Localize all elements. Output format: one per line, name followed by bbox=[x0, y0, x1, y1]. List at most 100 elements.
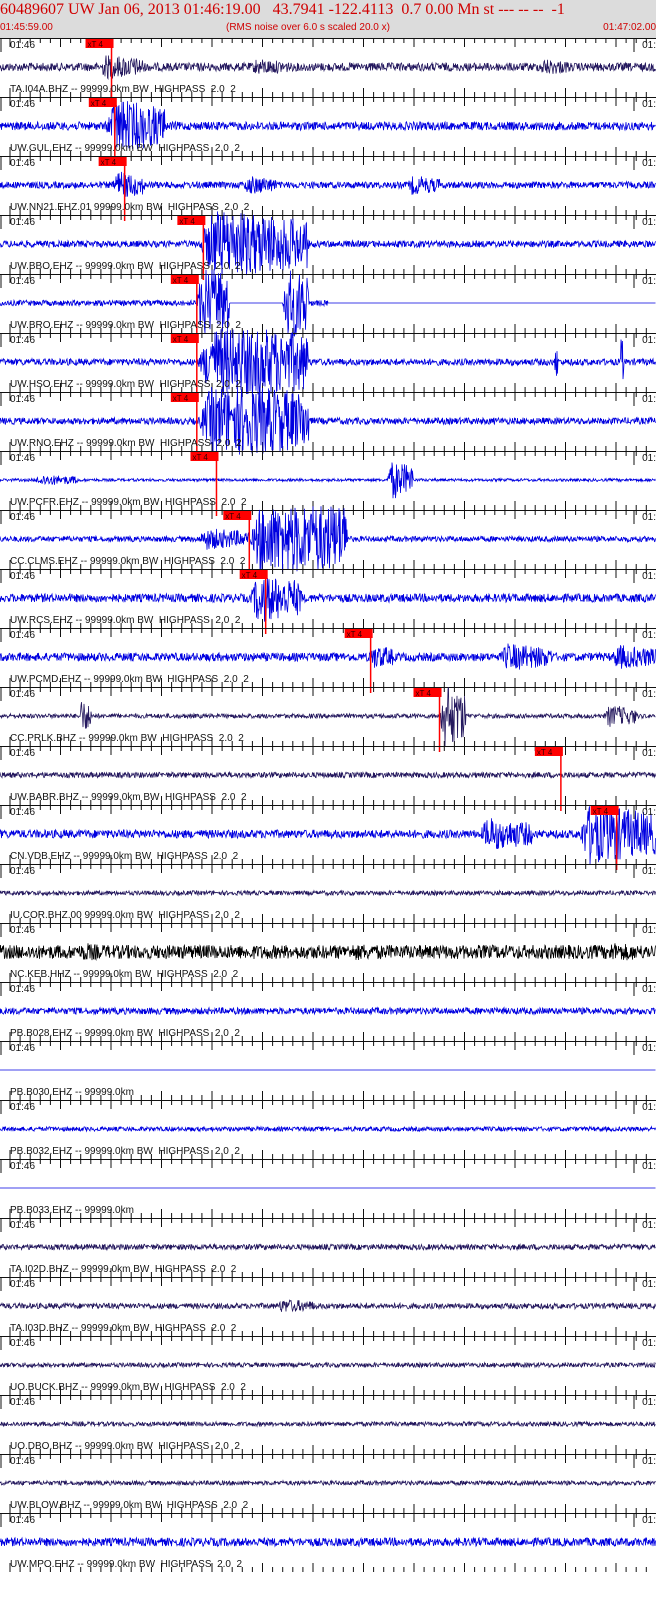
trace-start-minute: 01:46 bbox=[10, 1043, 36, 1054]
trace-end-minute: 01: bbox=[642, 1043, 656, 1054]
channel-label: NC.KEB.HHZ -- 99999.0km BW HIGHPASS 2.0 … bbox=[10, 969, 239, 980]
trace-end-minute: 01: bbox=[642, 866, 656, 877]
trace-end-minute: 01: bbox=[642, 453, 656, 464]
waveform bbox=[0, 1420, 656, 1428]
trace-start-minute: 01:46 bbox=[10, 807, 36, 818]
trace-end-minute: 01: bbox=[642, 276, 656, 287]
trace-end-minute: 01: bbox=[642, 40, 656, 51]
channel-label: UO.BUCK.BHZ -- 99999.0km BW HIGHPASS 2.0… bbox=[10, 1382, 246, 1393]
trace-end-minute: 01: bbox=[642, 984, 656, 995]
trace-end-minute: 01: bbox=[642, 1220, 656, 1231]
trace-row: xT 4 01:46 01: UW.GUL.EHZ -- 99999.0km BW H… bbox=[0, 97, 656, 162]
channel-label: TA.I04A.BHZ -- 99999.0km BW HIGHPASS 2.0… bbox=[10, 84, 236, 95]
trace-start-minute: 01:46 bbox=[10, 689, 36, 700]
trace-start-minute: 01:46 bbox=[10, 984, 36, 995]
trace-end-minute: 01: bbox=[642, 1515, 656, 1526]
channel-label: UW.PCFR.EHZ -- 99999.0km BW HIGHPASS 2.0… bbox=[10, 497, 247, 508]
waveform bbox=[0, 643, 656, 670]
trace-end-minute: 01: bbox=[642, 748, 656, 759]
trace-start-minute: 01:46 bbox=[10, 394, 36, 405]
channel-label: PB.B033.EHZ -- 99999.0km bbox=[10, 1205, 134, 1216]
trace-row: xT 4 01:46 01: CC.CLMS.EHZ -- 99999.0km BW … bbox=[0, 506, 656, 575]
waveform bbox=[0, 462, 656, 499]
trace-row: 01:46 01: UW.BLOW.BHZ -- 99999.0km BW HIGH… bbox=[0, 1454, 656, 1514]
phase-pick-label: xT 4 bbox=[192, 453, 208, 462]
window-end-time: 01:47:02.00 bbox=[603, 22, 656, 33]
trace-row: xT 4 01:46 01: UW.HSO.EHZ -- 99999.0km BW H… bbox=[0, 329, 656, 398]
trace-end-minute: 01: bbox=[642, 1456, 656, 1467]
channel-label: CC.PRLK.BHZ -- 99999.0km BW HIGHPASS 2.0… bbox=[10, 733, 244, 744]
waveform bbox=[0, 1536, 656, 1548]
trace-row: xT 4 01:46 01: UW.RNO.EHZ -- 99999.0km BW H… bbox=[0, 386, 656, 457]
trace-start-minute: 01:46 bbox=[10, 1397, 36, 1408]
channel-label: UW.HSO.EHZ -- 99999.0km BW HIGHPASS 2.0 … bbox=[10, 379, 241, 390]
phase-pick-label: xT 4 bbox=[88, 40, 104, 49]
trace-row: 01:46 01: IU.COR.BHZ.00 99999.0km BW HIGHP… bbox=[0, 864, 656, 924]
trace-row: xT 4 01:46 01: UW.PCFR.EHZ -- 99999.0km BW … bbox=[0, 451, 656, 516]
phase-pick-label: xT 4 bbox=[101, 158, 117, 167]
trace-start-minute: 01:46 bbox=[10, 217, 36, 228]
trace-end-minute: 01: bbox=[642, 571, 656, 582]
waveform bbox=[0, 55, 656, 81]
channel-label: UW.GUL.EHZ -- 99999.0km BW HIGHPASS 2.0 … bbox=[10, 143, 240, 154]
trace-row: xT 4 01:46 01: UW.BRO.EHZ -- 99999.0km BW H… bbox=[0, 269, 656, 339]
trace-start-minute: 01:46 bbox=[10, 1102, 36, 1113]
trace-start-minute: 01:46 bbox=[10, 335, 36, 346]
trace-end-minute: 01: bbox=[642, 1102, 656, 1113]
channel-label: UO.DBO.BHZ -- 99999.0km BW HIGHPASS 2.0 … bbox=[10, 1441, 240, 1452]
trace-end-minute: 01: bbox=[642, 512, 656, 523]
channel-label: PB.B028.EHZ -- 99999.0km BW HIGHPASS 2.0… bbox=[10, 1028, 240, 1039]
channel-label: CC.CLMS.EHZ -- 99999.0km BW HIGHPASS 2.0… bbox=[10, 556, 246, 567]
channel-label: UW.NN21.EHZ.01 99999.0km BW HIGHPASS 2.0… bbox=[10, 202, 250, 213]
trace-start-minute: 01:46 bbox=[10, 1161, 36, 1172]
trace-row: xT 4 01:46 01: UW.NN21.EHZ.01 99999.0km BW … bbox=[0, 156, 656, 221]
trace-end-minute: 01: bbox=[642, 807, 656, 818]
channel-label: UW.BLOW.BHZ -- 99999.0km BW HIGHPASS 2.0… bbox=[10, 1500, 249, 1511]
phase-pick-label: xT 4 bbox=[593, 807, 609, 816]
trace-start-minute: 01:46 bbox=[10, 1338, 36, 1349]
phase-pick-label: xT 4 bbox=[537, 748, 553, 757]
trace-row: 01:46 01: TA.I03D.BHZ -- 99999.0km BW HIGH… bbox=[0, 1277, 656, 1337]
waveform bbox=[0, 1125, 656, 1133]
trace-end-minute: 01: bbox=[642, 394, 656, 405]
event-header: 60489607 UW Jan 06, 2013 01:46:19.00 43.… bbox=[0, 0, 656, 38]
channel-label: UW.BRO.EHZ -- 99999.0km BW HIGHPASS 2.0 … bbox=[10, 320, 241, 331]
trace-end-minute: 01: bbox=[642, 99, 656, 110]
trace-start-minute: 01:46 bbox=[10, 1456, 36, 1467]
channel-label: TA.I03D.BHZ -- 99999.0km BW HIGHPASS 2.0… bbox=[10, 1323, 237, 1334]
waveform bbox=[0, 1361, 656, 1369]
trace-end-minute: 01: bbox=[642, 1338, 656, 1349]
trace-start-minute: 01:46 bbox=[10, 99, 36, 110]
trace-end-minute: 01: bbox=[642, 335, 656, 346]
waveform bbox=[0, 1006, 656, 1016]
trace-start-minute: 01:46 bbox=[10, 571, 36, 582]
trace-row: xT 4 01:46 01: UW.RCS.EHZ -- 99999.0km BW H… bbox=[0, 569, 656, 634]
waveform bbox=[0, 171, 656, 197]
trace-start-minute: 01:46 bbox=[10, 158, 36, 169]
channel-label: IU.COR.BHZ.00 99999.0km BW HIGHPASS 2.0 … bbox=[10, 910, 240, 921]
channel-label: UW.PCMD.EHZ -- 99999.0km BW HIGHPASS 2.0… bbox=[10, 674, 249, 685]
channel-label: CN.VDB.EHZ -- 99999.0km BW HIGHPASS 2.0 … bbox=[10, 851, 239, 862]
trace-row: 01:46 01: UO.DBO.BHZ -- 99999.0km BW HIGHP… bbox=[0, 1395, 656, 1455]
trace-row: 01:46 01: UO.BUCK.BHZ -- 99999.0km BW HIGH… bbox=[0, 1336, 656, 1396]
trace-row: 01:46 01: PB.B033.EHZ -- 99999.0km bbox=[0, 1159, 656, 1219]
waveform bbox=[0, 101, 656, 150]
channel-label: PB.B030.EHZ -- 99999.0km bbox=[10, 1087, 134, 1098]
trace-row: 01:46 01: PB.B030.EHZ -- 99999.0km bbox=[0, 1041, 656, 1101]
phase-pick-label: xT 4 bbox=[242, 571, 258, 580]
trace-start-minute: 01:46 bbox=[10, 40, 36, 51]
trace-row: xT 4 01:46 01: UW.PCMD.EHZ -- 99999.0km BW … bbox=[0, 628, 656, 693]
phase-pick-label: xT 4 bbox=[225, 512, 241, 521]
waveform bbox=[0, 770, 656, 780]
rms-scaling-note: (RMS noise over 6.0 s scaled 20.0 x) bbox=[226, 22, 390, 33]
trace-end-minute: 01: bbox=[642, 1279, 656, 1290]
trace-end-minute: 01: bbox=[642, 925, 656, 936]
trace-end-minute: 01: bbox=[642, 689, 656, 700]
trace-start-minute: 01:46 bbox=[10, 925, 36, 936]
waveform bbox=[0, 1299, 656, 1313]
trace-start-minute: 01:46 bbox=[10, 1220, 36, 1231]
trace-start-minute: 01:46 bbox=[10, 866, 36, 877]
seismogram-panel: xT 4 01:46 01: TA.I04A.BHZ -- 99999.0km BW … bbox=[0, 38, 656, 1598]
trace-end-minute: 01: bbox=[642, 158, 656, 169]
phase-pick-label: xT 4 bbox=[347, 630, 363, 639]
